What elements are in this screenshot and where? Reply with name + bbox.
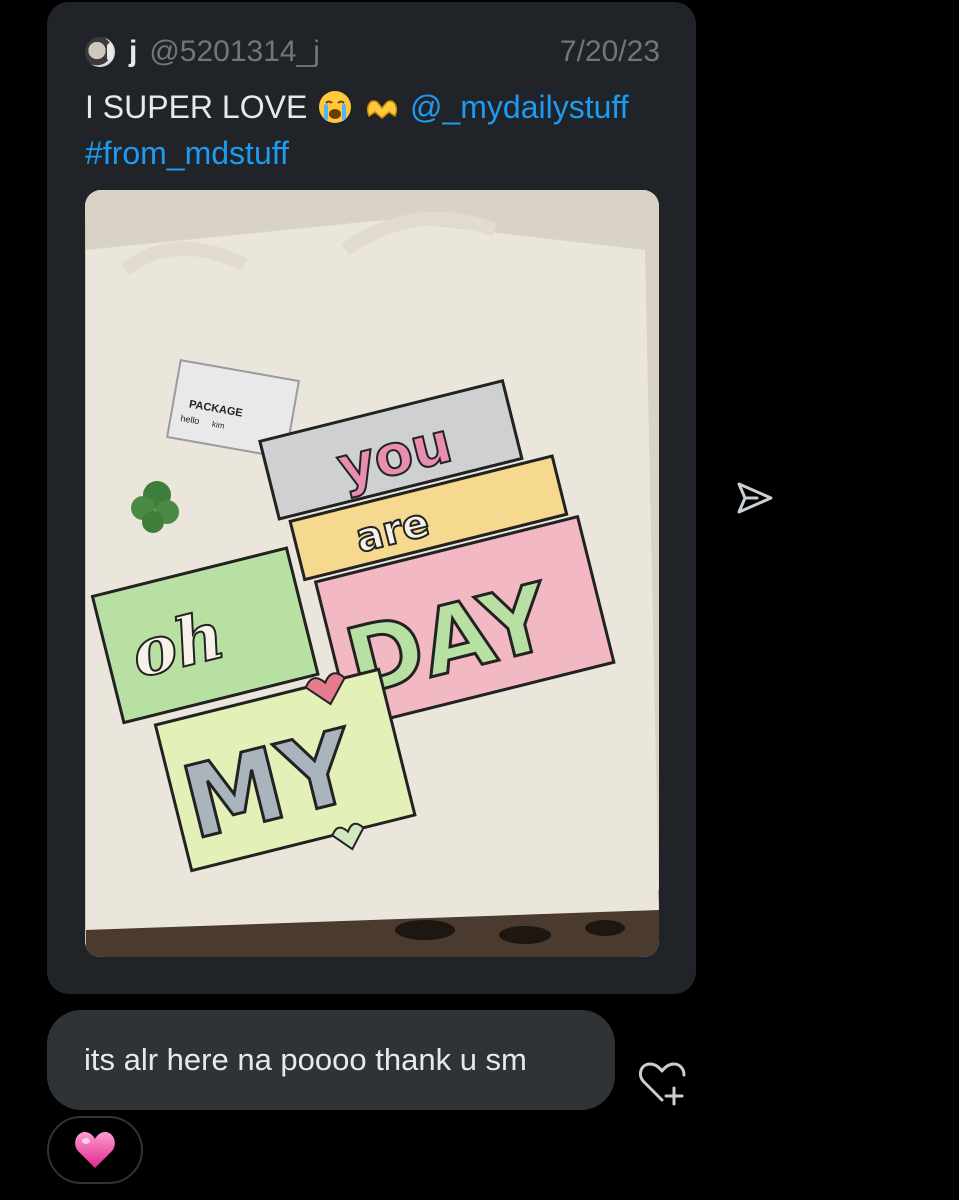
tweet-date: 7/20/23 bbox=[559, 35, 660, 68]
loudly-crying-face-icon bbox=[319, 91, 352, 123]
send-icon[interactable] bbox=[735, 478, 775, 518]
tweet-header: j @5201314_j 7/20/23 bbox=[85, 32, 660, 72]
tweet-text-body: I SUPER LOVE bbox=[85, 89, 308, 125]
avatar[interactable] bbox=[85, 37, 115, 67]
hashtag-link[interactable]: #from_mdstuff bbox=[85, 135, 289, 171]
message-text: its alr here na poooo thank u sm bbox=[84, 1042, 527, 1077]
tweet-photo[interactable]: PACKAGE hello kim you are oh DAY MY bbox=[85, 190, 659, 957]
mention-link[interactable]: @_mydailystuff bbox=[410, 89, 629, 125]
tote-bag-photo: PACKAGE hello kim you are oh DAY MY bbox=[85, 190, 659, 957]
reaction-badge[interactable] bbox=[47, 1116, 143, 1184]
tweet-text: I SUPER LOVE @_mydailystuff #from_mdstuf… bbox=[85, 84, 666, 176]
pink-heart-icon bbox=[75, 1132, 115, 1168]
display-name[interactable]: j bbox=[129, 35, 137, 69]
heart-plus-icon[interactable] bbox=[636, 1060, 688, 1106]
user-handle[interactable]: @5201314_j bbox=[149, 35, 320, 69]
quoted-tweet-card[interactable]: j @5201314_j 7/20/23 I SUPER LOVE @_myda… bbox=[47, 2, 696, 994]
heart-hands-icon bbox=[367, 100, 398, 119]
message-bubble[interactable]: its alr here na poooo thank u sm bbox=[47, 1010, 615, 1110]
